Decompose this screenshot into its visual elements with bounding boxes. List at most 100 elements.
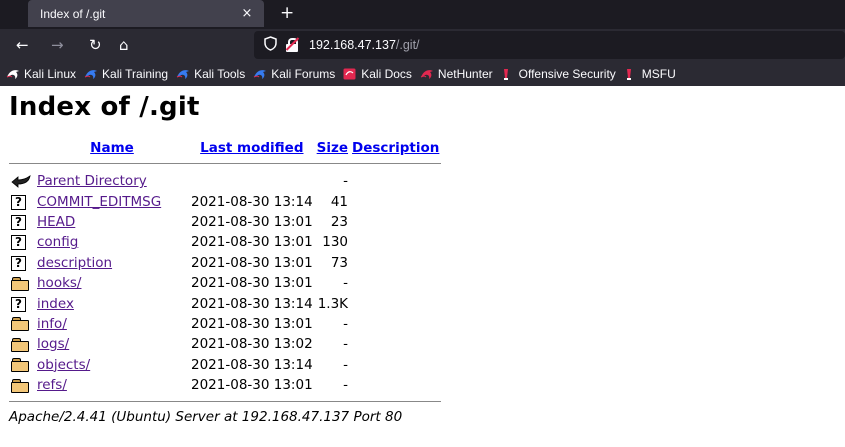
entry-link[interactable]: description	[37, 255, 112, 271]
bookmark-item[interactable]: MSFU	[624, 67, 676, 81]
table-row: hooks/2021-08-30 13:01 -	[9, 273, 441, 293]
bookmark-item[interactable]: Kali Forums	[253, 67, 335, 81]
kali-dragon-icon	[253, 68, 267, 80]
unknown-file-icon: ?	[11, 194, 26, 210]
tracking-protection-shield-icon[interactable]	[264, 35, 277, 55]
size-cell: 130	[322, 234, 349, 251]
entry-link[interactable]: logs/	[37, 336, 69, 352]
url-host: 192.168.47.137	[309, 38, 396, 52]
offsec-icon	[501, 68, 515, 80]
table-row: ? config 2021-08-30 13:01 130	[9, 232, 441, 252]
sort-by-description-link[interactable]: Description	[352, 140, 439, 156]
modified-column-header: Last modified	[189, 137, 315, 159]
table-row: ? COMMIT_EDITMSG 2021-08-30 13:14 41	[9, 191, 441, 211]
entry-link[interactable]: Parent Directory	[37, 173, 147, 189]
forward-arrow-icon[interactable]: →	[51, 36, 64, 54]
last-modified-cell: 2021-08-30 13:01	[191, 254, 313, 271]
description-cell	[350, 253, 441, 273]
entry-link[interactable]: HEAD	[37, 214, 75, 230]
navigation-toolbar: ← → ↻ ⌂ 192.168.47.137/.git/	[0, 29, 845, 62]
reload-icon[interactable]: ↻	[89, 36, 102, 54]
size-cell: 73	[330, 254, 349, 271]
bookmark-label: Kali Tools	[194, 67, 246, 81]
insecure-lock-icon[interactable]	[285, 37, 300, 53]
icon-column-header	[9, 137, 35, 159]
last-modified-cell: 2021-08-30 13:01	[191, 315, 313, 332]
bookmark-label: NetHunter	[437, 67, 493, 81]
entry-link[interactable]: hooks/	[37, 275, 81, 291]
table-row: ? description 2021-08-30 13:01 73	[9, 253, 441, 273]
description-cell	[350, 232, 441, 252]
bookmark-label: Kali Training	[102, 67, 169, 81]
last-modified-cell: 2021-08-30 13:01	[191, 234, 313, 251]
entry-link[interactable]: refs/	[37, 377, 67, 393]
description-cell	[350, 314, 441, 334]
footer-divider	[9, 401, 442, 403]
last-modified-cell: 2021-08-30 13:14	[191, 295, 313, 312]
unknown-file-icon: ?	[11, 214, 26, 230]
last-modified-cell	[189, 171, 315, 191]
folder-icon	[11, 337, 29, 352]
kali-dragon-icon	[420, 68, 434, 80]
entry-link[interactable]: info/	[37, 316, 67, 332]
url-text[interactable]: 192.168.47.137/.git/	[309, 38, 420, 52]
sort-by-name-link[interactable]: Name	[90, 140, 134, 156]
description-cell	[350, 212, 441, 232]
entry-link[interactable]: config	[37, 234, 78, 250]
description-cell	[350, 171, 441, 191]
bookmarks-toolbar: Kali Linux Kali Training Kali Tools Kali Fo…	[0, 62, 845, 86]
sort-by-modified-link[interactable]: Last modified	[200, 140, 303, 156]
last-modified-cell: 2021-08-30 13:02	[191, 336, 313, 353]
description-column-header: Description	[350, 137, 441, 159]
bookmark-item[interactable]: Kali Training	[84, 67, 168, 81]
new-tab-icon[interactable]: +	[280, 3, 294, 23]
size-cell: 23	[330, 213, 349, 230]
table-row: ? HEAD 2021-08-30 13:01 23	[9, 212, 441, 232]
url-path: /.git/	[395, 38, 420, 52]
bookmark-label: Offensive Security	[518, 67, 616, 81]
description-cell	[350, 375, 441, 395]
entry-link[interactable]: index	[37, 296, 74, 312]
folder-icon	[11, 317, 29, 332]
bookmark-item[interactable]: NetHunter	[420, 67, 493, 81]
size-cell: -	[343, 356, 349, 373]
last-modified-cell: 2021-08-30 13:01	[191, 377, 313, 394]
folder-icon	[11, 276, 29, 291]
table-row: ? index 2021-08-30 13:14 1.3K	[9, 293, 441, 313]
offsec-icon	[624, 68, 638, 80]
description-cell	[350, 191, 441, 211]
back-arrow-icon[interactable]: ←	[16, 36, 29, 54]
size-cell: -	[343, 336, 349, 353]
bookmark-item[interactable]: Kali Tools	[176, 67, 245, 81]
folder-icon	[11, 378, 29, 393]
page-content: Index of /.git Name Last modified Size D…	[0, 90, 845, 425]
active-tab[interactable]: Index of /.git ×	[28, 0, 264, 27]
entry-link[interactable]: COMMIT_EDITMSG	[37, 194, 161, 210]
description-cell	[350, 273, 441, 293]
home-icon[interactable]: ⌂	[119, 36, 129, 54]
size-cell: 1.3K	[317, 295, 349, 312]
last-modified-cell: 2021-08-30 13:01	[191, 275, 313, 292]
last-modified-cell: 2021-08-30 13:01	[191, 213, 313, 230]
description-cell	[350, 334, 441, 354]
kali-dragon-icon	[176, 68, 190, 80]
folder-icon	[11, 358, 29, 373]
description-cell	[350, 293, 441, 313]
last-modified-cell: 2021-08-30 13:14	[191, 356, 313, 373]
bookmark-item[interactable]: Kali Linux	[6, 67, 76, 81]
bookmark-item[interactable]: Kali Docs	[343, 67, 412, 81]
size-cell: 41	[330, 193, 349, 210]
page-title: Index of /.git	[9, 92, 200, 122]
table-row: info/2021-08-30 13:01 -	[9, 314, 441, 334]
kali-docs-icon	[343, 68, 357, 80]
entry-link[interactable]: objects/	[37, 357, 90, 373]
table-row: logs/2021-08-30 13:02 -	[9, 334, 441, 354]
bookmark-label: Kali Forums	[271, 67, 336, 81]
back-arrow-icon	[11, 174, 31, 189]
sort-by-size-link[interactable]: Size	[317, 140, 348, 156]
bookmark-item[interactable]: Offensive Security	[501, 67, 616, 81]
close-tab-icon[interactable]: ×	[236, 6, 258, 21]
size-cell: -	[343, 377, 349, 394]
bookmark-label: Kali Docs	[361, 67, 412, 81]
url-bar[interactable]: 192.168.47.137/.git/	[254, 31, 845, 59]
